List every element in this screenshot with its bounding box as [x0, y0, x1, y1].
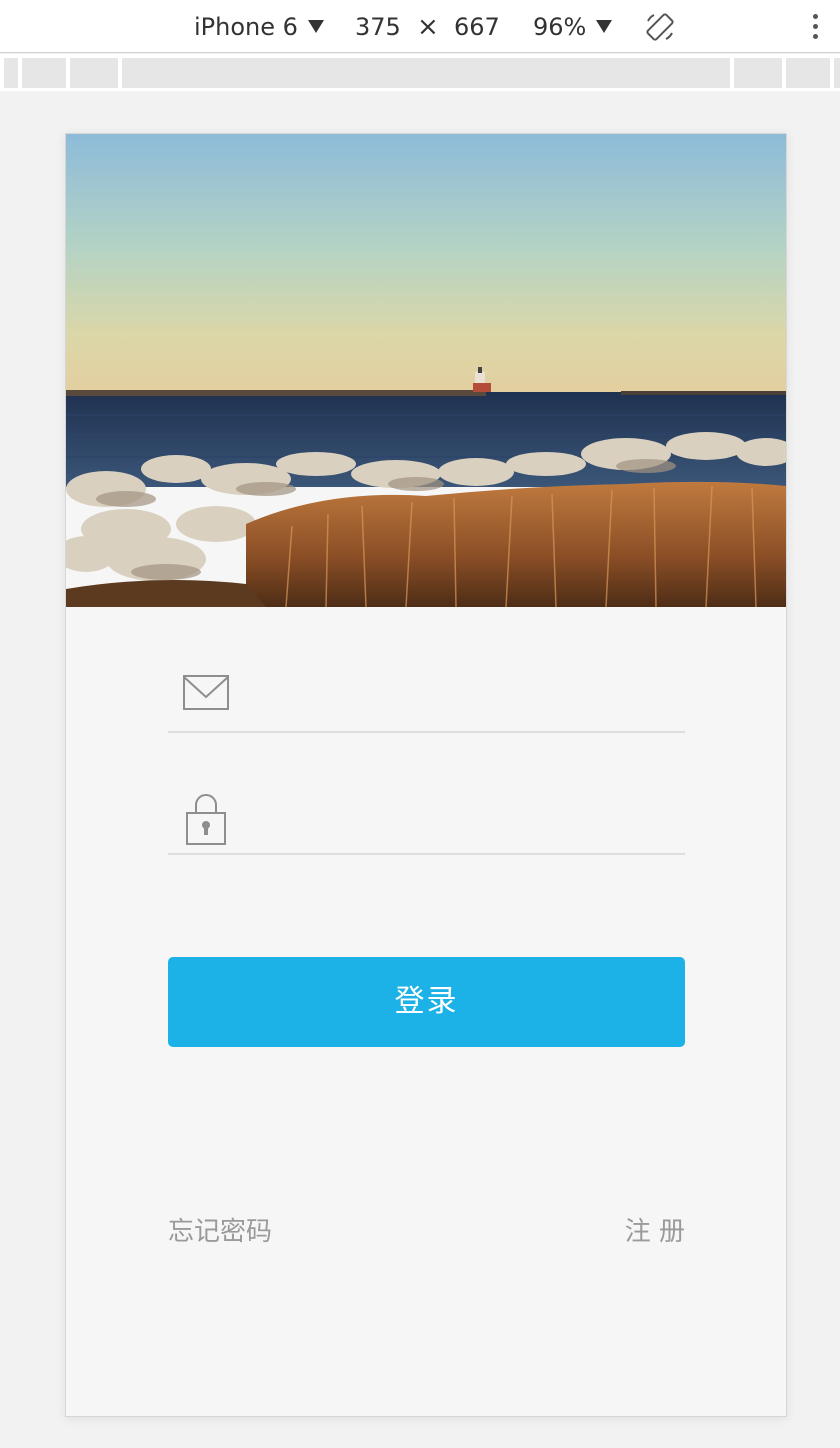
caret-down-icon	[596, 20, 613, 33]
device-select[interactable]: iPhone 6	[194, 11, 324, 43]
lock-icon	[186, 794, 226, 845]
media-query-segment[interactable]	[834, 58, 840, 88]
viewport-width-field[interactable]: 375	[355, 11, 401, 43]
register-link[interactable]: 注 册	[613, 1212, 685, 1252]
rotate-icon[interactable]	[644, 11, 676, 43]
dimension-separator: ×	[417, 12, 439, 42]
media-query-segment[interactable]	[734, 58, 782, 88]
zoom-select[interactable]: 96%	[533, 11, 613, 43]
caret-down-icon	[307, 20, 324, 33]
media-query-segment[interactable]	[786, 58, 830, 88]
device-viewport: 登录 忘记密码 注 册	[0, 91, 840, 1448]
more-vertical-icon[interactable]	[806, 12, 824, 42]
email-field[interactable]	[168, 663, 685, 733]
mail-icon	[183, 675, 229, 710]
zoom-value: 96%	[533, 13, 587, 41]
login-page: 登录 忘记密码 注 册	[65, 133, 787, 1417]
device-toolbar: iPhone 6 375 × 667 96%	[0, 0, 840, 53]
media-query-segment[interactable]	[122, 58, 730, 88]
login-button[interactable]: 登录	[168, 957, 685, 1047]
email-input[interactable]	[248, 673, 678, 723]
forgot-password-link[interactable]: 忘记密码	[168, 1212, 272, 1252]
password-input[interactable]	[248, 795, 678, 845]
media-query-segment[interactable]	[22, 58, 66, 88]
media-query-segment[interactable]	[70, 58, 118, 88]
password-field[interactable]	[168, 785, 685, 855]
device-name: iPhone 6	[194, 13, 298, 41]
media-query-segment[interactable]	[4, 58, 18, 88]
media-query-bar	[0, 54, 840, 91]
viewport-height-field[interactable]: 667	[454, 11, 500, 43]
hero-landscape-image	[66, 134, 786, 607]
